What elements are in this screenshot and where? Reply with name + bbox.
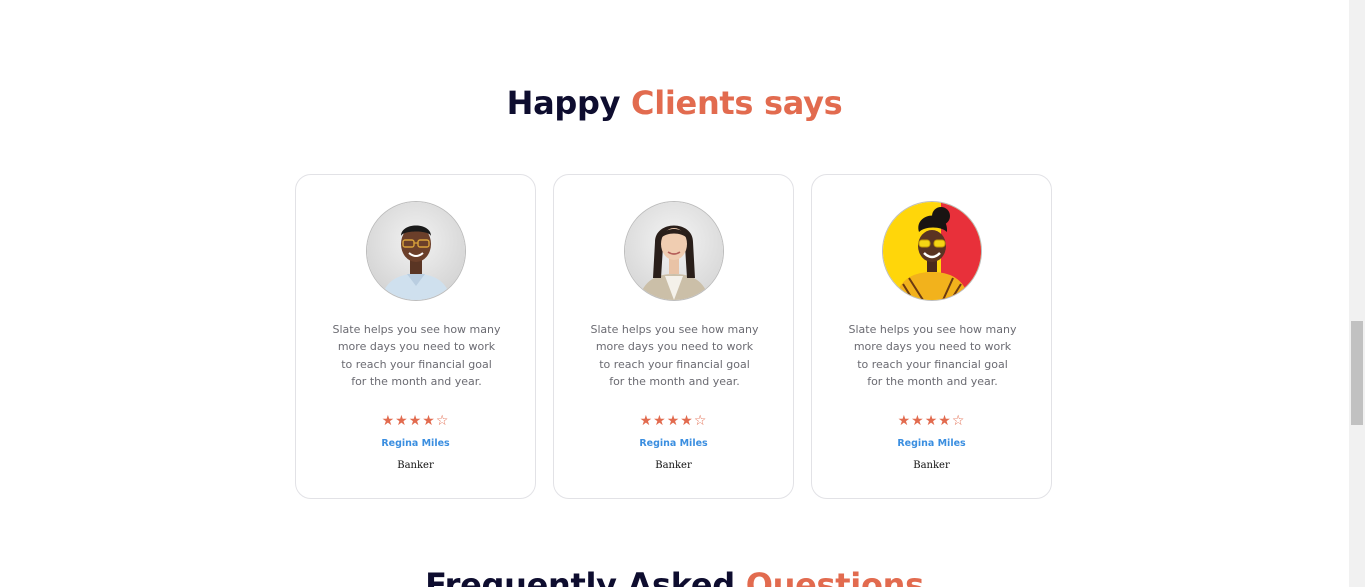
person-portrait-woman-yellow-sunglasses-icon: [883, 202, 981, 300]
star-filled-icon: ★: [422, 413, 436, 429]
testimonial-card: Slate helps you see how many more days y…: [811, 174, 1052, 499]
star-filled-icon: ★: [911, 413, 925, 429]
avatar: [624, 201, 724, 301]
testimonials-heading-part1: Happy: [506, 84, 621, 122]
faq-heading-part2: Questions: [745, 566, 924, 587]
star-filled-icon: ★: [680, 413, 694, 429]
star-outline-icon: ☆: [693, 413, 708, 429]
page: Happy Clients says Slate helps you see h…: [0, 0, 1365, 587]
star-filled-icon: ★: [924, 413, 939, 429]
faq-heading: Frequently Asked Questions: [0, 566, 1349, 587]
star-filled-icon: ★: [381, 413, 396, 429]
client-name: Regina Miles: [639, 438, 708, 449]
testimonial-quote: Slate helps you see how many more days y…: [590, 323, 759, 389]
star-filled-icon: ★: [395, 413, 409, 429]
star-filled-icon: ★: [938, 413, 952, 429]
testimonial-cards: Slate helps you see how many more days y…: [295, 174, 1055, 501]
star-filled-icon: ★: [897, 413, 912, 429]
client-name: Regina Miles: [897, 438, 966, 449]
rating-stars: ★★★★☆: [812, 413, 1051, 429]
vertical-scrollbar[interactable]: [1349, 0, 1365, 587]
star-filled-icon: ★: [666, 413, 681, 429]
testimonial-card: Slate helps you see how many more days y…: [553, 174, 794, 499]
client-role: Banker: [397, 460, 434, 471]
client-name: Regina Miles: [381, 438, 450, 449]
testimonial-quote: Slate helps you see how many more days y…: [848, 323, 1017, 389]
client-role: Banker: [913, 460, 950, 471]
rating-stars: ★★★★☆: [554, 413, 793, 429]
scrollbar-thumb[interactable]: [1351, 321, 1363, 425]
avatar: [882, 201, 982, 301]
avatar: [366, 201, 466, 301]
star-filled-icon: ★: [639, 413, 654, 429]
testimonials-heading-part2: Clients says: [631, 84, 843, 122]
star-filled-icon: ★: [653, 413, 667, 429]
main-content: Happy Clients says Slate helps you see h…: [0, 0, 1349, 587]
star-outline-icon: ☆: [435, 413, 450, 429]
client-role: Banker: [655, 460, 692, 471]
testimonial-card: Slate helps you see how many more days y…: [295, 174, 536, 499]
rating-stars: ★★★★☆: [296, 413, 535, 429]
testimonial-quote: Slate helps you see how many more days y…: [332, 323, 501, 389]
testimonials-heading: Happy Clients says: [0, 84, 1349, 122]
faq-heading-part1: Frequently Asked: [425, 566, 735, 587]
star-outline-icon: ☆: [951, 413, 966, 429]
person-portrait-woman-cardigan-icon: [625, 202, 723, 300]
person-portrait-man-glasses-icon: [367, 202, 465, 300]
star-filled-icon: ★: [408, 413, 423, 429]
